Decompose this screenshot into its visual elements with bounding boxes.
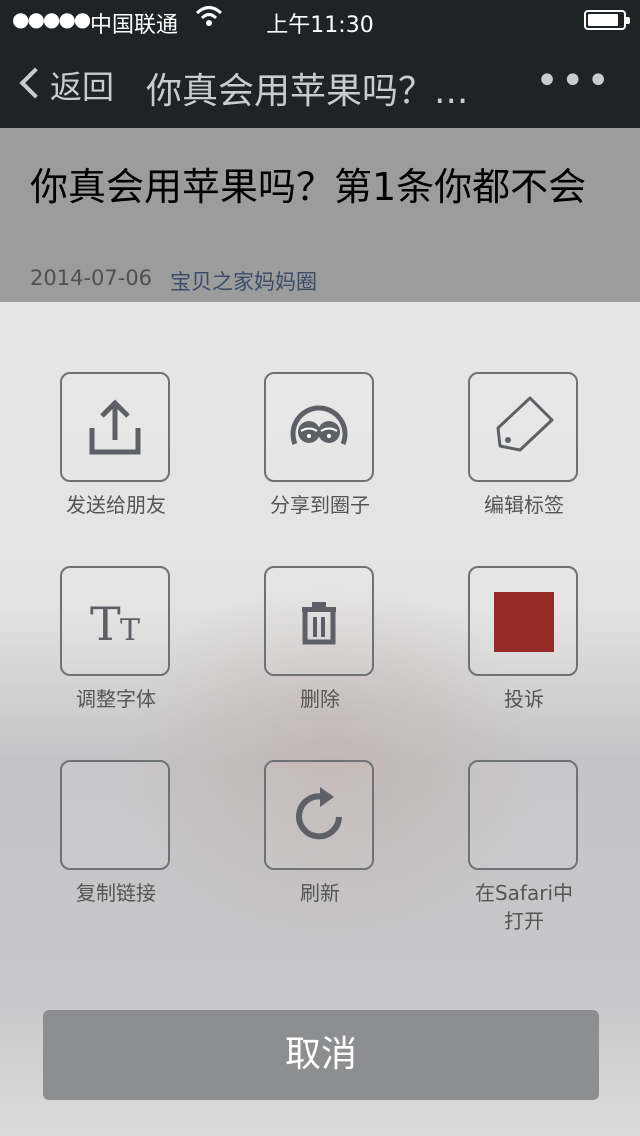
svg-text:T: T (120, 613, 140, 648)
more-options-button[interactable]: ••• (535, 58, 612, 104)
action-label: 投诉 (504, 687, 544, 711)
report-icon (494, 592, 554, 652)
share-to-circle-button[interactable] (264, 372, 374, 482)
refresh-icon (296, 787, 342, 840)
refresh-button[interactable] (264, 760, 374, 870)
svg-text:T: T (90, 597, 121, 651)
back-label: 返回 (50, 68, 115, 106)
share-upload-icon (89, 399, 141, 455)
back-button[interactable]: 返回 (18, 62, 114, 108)
edit-tags-button[interactable] (468, 372, 578, 482)
status-bar: ●●●●● 中国联通 上午11:30 (0, 0, 640, 40)
safari-icon (470, 762, 576, 868)
send-to-friend-button[interactable] (60, 372, 170, 482)
article-title: 你真会用苹果吗？第1条你都不会 (30, 165, 587, 209)
page-title: 你真会用苹果吗？... (146, 71, 469, 112)
action-label: 发送给朋友 (66, 493, 166, 517)
chevron-left-icon (19, 67, 51, 99)
trash-icon (302, 602, 336, 645)
copy-link-icon (62, 762, 168, 868)
battery-icon (584, 10, 630, 30)
open-in-safari-button[interactable] (468, 760, 578, 870)
article-header: 你真会用苹果吗？第1条你都不会 2014-07-06 宝贝之家妈妈圈 (0, 128, 640, 302)
article-date: 2014-07-06 (30, 266, 153, 290)
adjust-font-button[interactable]: T T (60, 566, 170, 676)
report-button[interactable] (468, 566, 578, 676)
action-label: 编辑标签 (484, 493, 564, 517)
circle-friends-icon (290, 405, 348, 445)
status-time: 上午11:30 (266, 13, 374, 38)
copy-link-button[interactable] (60, 760, 170, 870)
navigation-bar: 返回 你真会用苹果吗？... ••• (0, 40, 640, 128)
font-size-icon: T T (90, 597, 140, 651)
action-label: 复制链接 (76, 881, 156, 905)
action-label: 分享到圈子 (270, 493, 370, 517)
action-label: 刷新 (300, 881, 340, 905)
action-label: 调整字体 (76, 687, 156, 711)
action-label: 在Safari中打开 (474, 881, 574, 933)
cancel-button[interactable]: 取消 (43, 1010, 599, 1100)
article-source-link[interactable]: 宝贝之家妈妈圈 (170, 266, 317, 296)
tag-icon (496, 396, 554, 452)
delete-button[interactable] (264, 566, 374, 676)
action-label: 删除 (300, 687, 340, 711)
